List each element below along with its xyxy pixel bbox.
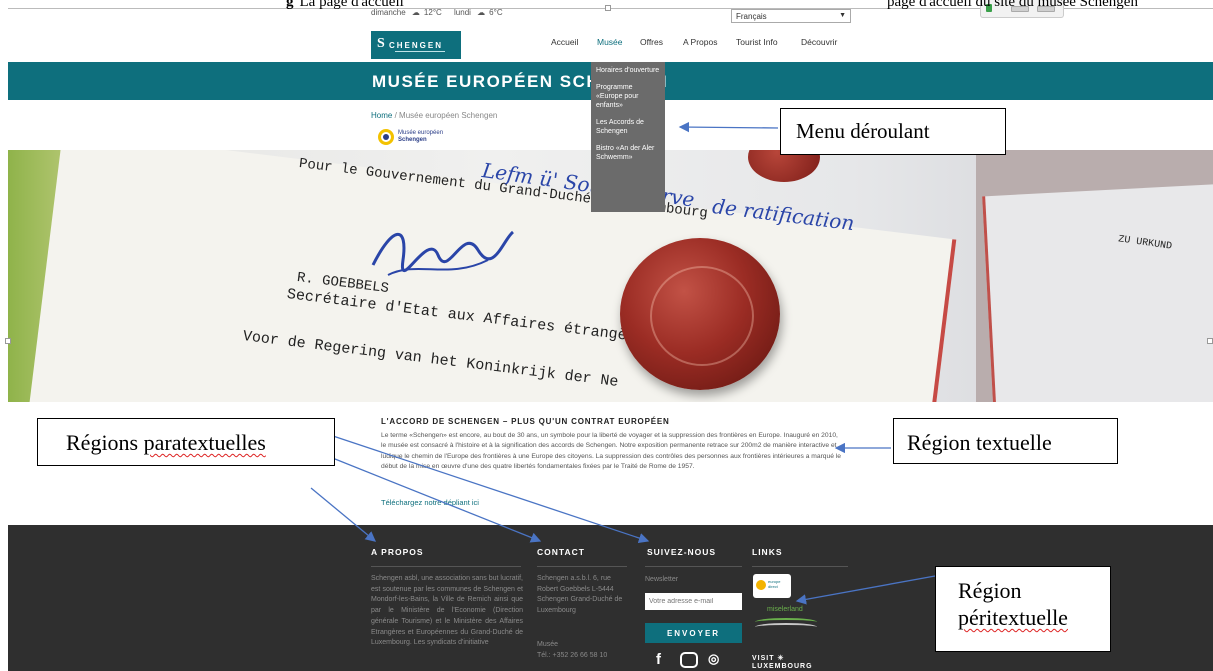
newsletter-label: Newsletter xyxy=(645,576,679,583)
footer-links-title: LINKS xyxy=(752,547,783,557)
facebook-icon[interactable]: f xyxy=(656,651,661,668)
footer-about-text: Schengen asbl, une association sans but … xyxy=(371,575,523,647)
nav-tourist-info[interactable]: Tourist Info xyxy=(736,37,778,47)
annotation-peritextual: Région péritextuelle xyxy=(935,566,1111,652)
sparkle-icon: ✳ xyxy=(777,655,785,662)
language-select[interactable]: Français ▼ xyxy=(731,9,851,23)
newsletter-send-button[interactable]: ENVOYER xyxy=(645,623,742,643)
wax-seal xyxy=(620,238,780,390)
chevron-down-icon: ▼ xyxy=(839,12,846,19)
museum-logo[interactable]: Musée européen Schengen xyxy=(378,127,458,147)
signature-scribble xyxy=(371,230,515,276)
breadcrumb-separator: / xyxy=(394,111,397,120)
spellcheck-word: paratextuelles xyxy=(143,430,266,455)
weather-temp: 6°C xyxy=(489,8,503,17)
breadcrumb: Home / Musée européen Schengen xyxy=(371,111,497,120)
europe-direct-icon xyxy=(756,580,766,590)
visit-line2: LUXEMBOURG xyxy=(752,663,813,670)
nav-accueil[interactable]: Accueil xyxy=(551,37,578,47)
dropdown-item-horaires[interactable]: Horaires d'ouverture xyxy=(596,66,660,75)
document-heading-fragment-right: page d'accueil du site du musée Schengen xyxy=(887,0,1138,10)
footer-contact-title: CONTACT xyxy=(537,547,585,557)
nav-offres[interactable]: Offres xyxy=(640,37,663,47)
dropdown-item-programme[interactable]: Programme «Europe pour enfants» xyxy=(596,83,660,110)
footer-contact-address: Schengen a.s.b.l. 6, rue Robert Goebbels… xyxy=(537,575,623,615)
miselerland-link[interactable]: miselerland xyxy=(755,606,817,634)
logo-text: CHENGEN xyxy=(389,41,444,50)
content-title: L'ACCORD DE SCHENGEN – PLUS QU'UN CONTRA… xyxy=(381,417,670,426)
cloud-icon: ☁ xyxy=(477,8,486,17)
museum-logo-line2: Schengen xyxy=(398,137,427,143)
annotation-textual: Région textuelle xyxy=(893,418,1118,464)
footer-divider xyxy=(371,566,521,567)
logo-mark-icon: S xyxy=(377,36,385,51)
weather-day: lundi xyxy=(454,8,471,17)
museum-logo-text: Musée européen Schengen xyxy=(398,130,443,144)
instagram-icon[interactable] xyxy=(680,652,698,668)
annotation-paratextual-text: Régions paratextuelles xyxy=(66,430,266,455)
dropdown-item-accords[interactable]: Les Accords de Schengen xyxy=(596,118,660,136)
miselerland-text: miselerland xyxy=(767,606,803,613)
tripadvisor-icon[interactable]: ◎ xyxy=(708,651,719,667)
footer-divider xyxy=(537,566,627,567)
visit-line1: VISIT xyxy=(752,655,775,662)
footer-contact-phone[interactable]: Tél.: +352 26 66 58 10 xyxy=(537,651,637,662)
download-brochure-link[interactable]: Téléchargez notre dépliant ici xyxy=(381,498,479,507)
wave-icon xyxy=(755,623,817,631)
nav-a-propos[interactable]: A Propos xyxy=(683,37,718,47)
musee-dropdown-menu: Horaires d'ouverture Programme «Europe p… xyxy=(591,62,665,212)
logo-underline xyxy=(395,51,445,52)
annotation-peritextual-line2: péritextuelle xyxy=(958,605,1068,630)
weather-widget: dimanche ☁ 12°C lundi ☁ 6°C xyxy=(371,8,507,17)
footer-about-title: A PROPOS xyxy=(371,547,424,557)
main-text-region: L'ACCORD DE SCHENGEN – PLUS QU'UN CONTRA… xyxy=(381,417,841,472)
nav-musee[interactable]: Musée xyxy=(597,37,623,47)
newsletter-email-input[interactable] xyxy=(645,593,742,610)
visit-luxembourg-link[interactable]: VISIT ✳ LUXEMBOURG xyxy=(752,655,813,671)
document-heading-bold: g xyxy=(286,0,294,10)
europe-direct-text: europe direct xyxy=(768,579,781,589)
annotation-paratextual: Régions paratextuelles xyxy=(37,418,335,466)
europe-circle-icon xyxy=(378,129,394,145)
annotation-peritextual-line1: Région xyxy=(958,578,1022,603)
content-body: Le terme «Schengen» est encore, au bout … xyxy=(381,432,842,470)
europe-direct-link[interactable]: europe direct xyxy=(753,574,791,598)
resize-handle[interactable] xyxy=(1207,338,1213,344)
language-value: Français xyxy=(736,12,767,21)
footer-divider xyxy=(752,566,848,567)
weather-temp: 12°C xyxy=(423,8,442,17)
breadcrumb-home[interactable]: Home xyxy=(371,111,392,120)
cloud-icon: ☁ xyxy=(411,8,420,17)
museum-logo-line1: Musée européen xyxy=(398,130,444,136)
resize-handle[interactable] xyxy=(605,5,611,11)
document-folder xyxy=(976,150,1213,402)
footer-divider xyxy=(645,566,742,567)
breadcrumb-current: Musée européen Schengen xyxy=(399,111,498,120)
footer-contact-museum: Musée xyxy=(537,641,559,648)
schengen-logo[interactable]: S CHENGEN xyxy=(371,31,461,59)
resize-handle[interactable] xyxy=(5,338,11,344)
folder-sheet xyxy=(982,183,1213,402)
weather-day: dimanche xyxy=(371,8,406,17)
nav-decouvrir[interactable]: Découvrir xyxy=(801,37,837,47)
annotation-dropdown-menu: Menu déroulant xyxy=(780,108,1006,155)
footer-follow-title: SUIVEZ-NOUS xyxy=(647,547,717,557)
dropdown-item-bistro[interactable]: Bistro «An der Aler Schwemm» xyxy=(596,144,660,162)
